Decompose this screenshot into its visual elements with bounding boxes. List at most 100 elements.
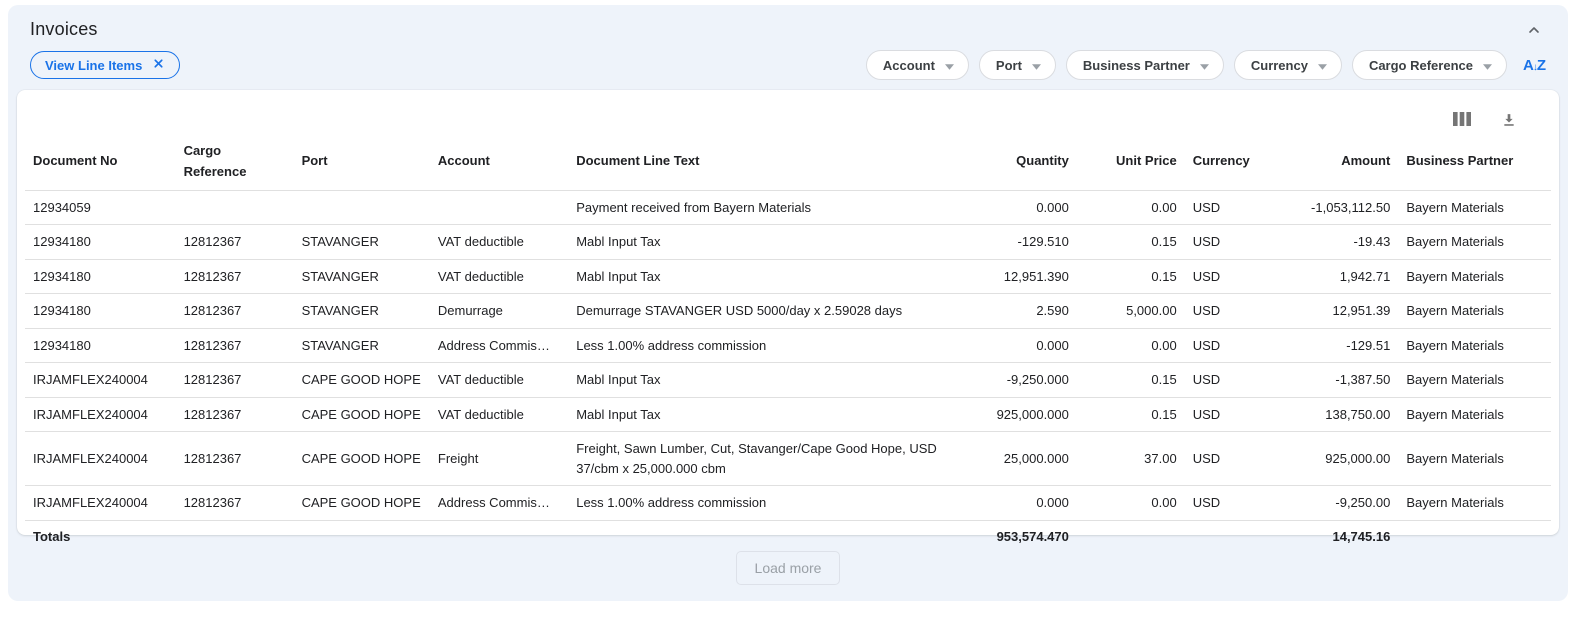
collapse-panel-button[interactable] xyxy=(1524,20,1544,40)
cell-amount: 138,750.00 xyxy=(1270,397,1398,432)
sort-alphabetical-icon[interactable]: A↓Z xyxy=(1523,56,1546,75)
download-button[interactable] xyxy=(1499,109,1519,130)
invoice-table-card: Document No Cargo Reference Port Account… xyxy=(17,90,1559,535)
cell-document-line-text: Mabl Input Tax xyxy=(568,259,979,294)
col-header-business-partner[interactable]: Business Partner xyxy=(1398,134,1551,190)
col-header-account[interactable]: Account xyxy=(430,134,568,190)
col-header-unit-price[interactable]: Unit Price xyxy=(1077,134,1185,190)
filter-label: Account xyxy=(883,58,935,73)
cell-currency: USD xyxy=(1185,363,1270,398)
filter-chip-currency[interactable]: Currency xyxy=(1234,50,1342,80)
cell-business-partner: Bayern Materials xyxy=(1398,328,1551,363)
cell-document-no: IRJAMFLEX240004 xyxy=(25,363,176,398)
totals-row: Totals 953,574.470 14,745.16 xyxy=(25,520,1551,552)
col-header-document-line-text[interactable]: Document Line Text xyxy=(568,134,979,190)
cell-document-line-text: Demurrage STAVANGER USD 5000/day x 2.590… xyxy=(568,294,979,329)
cell-unit-price: 37.00 xyxy=(1077,432,1185,486)
cell-document-line-text: Freight, Sawn Lumber, Cut, Stavanger/Cap… xyxy=(568,432,979,486)
cell-cargo-reference: 12812367 xyxy=(176,397,294,432)
cell-quantity: 0.000 xyxy=(979,190,1077,225)
filter-chip-cargo-reference[interactable]: Cargo Reference xyxy=(1352,50,1507,80)
filter-label: Port xyxy=(996,58,1022,73)
cell-port: CAPE GOOD HOPE xyxy=(294,397,430,432)
cell-port: CAPE GOOD HOPE xyxy=(294,432,430,486)
filter-chips: Account Port Business Partner Currency C… xyxy=(866,50,1546,80)
col-header-currency[interactable]: Currency xyxy=(1185,134,1270,190)
cell-quantity: 0.000 xyxy=(979,486,1077,521)
sort-arrow: ↓ xyxy=(1533,63,1538,73)
cell-document-line-text: Mabl Input Tax xyxy=(568,225,979,260)
cell-quantity: 2.590 xyxy=(979,294,1077,329)
cell-business-partner: Bayern Materials xyxy=(1398,397,1551,432)
table-row[interactable]: IRJAMFLEX24000412812367CAPE GOOD HOPEAdd… xyxy=(25,486,1551,521)
table-row[interactable]: 1293418012812367STAVANGERAddress Commis…… xyxy=(25,328,1551,363)
cell-cargo-reference: 12812367 xyxy=(176,225,294,260)
table-row[interactable]: IRJAMFLEX24000412812367CAPE GOOD HOPEVAT… xyxy=(25,397,1551,432)
cell-port: CAPE GOOD HOPE xyxy=(294,363,430,398)
view-line-items-chip[interactable]: View Line Items xyxy=(30,51,180,79)
cell-business-partner: Bayern Materials xyxy=(1398,259,1551,294)
chevron-up-icon xyxy=(1526,26,1542,41)
cell-quantity: -129.510 xyxy=(979,225,1077,260)
cell-quantity: 12,951.390 xyxy=(979,259,1077,294)
col-header-port[interactable]: Port xyxy=(294,134,430,190)
invoices-table: Document No Cargo Reference Port Account… xyxy=(25,134,1551,552)
cell-unit-price: 0.15 xyxy=(1077,259,1185,294)
cell-currency: USD xyxy=(1185,397,1270,432)
filter-chip-port[interactable]: Port xyxy=(979,50,1056,80)
cell-document-line-text: Mabl Input Tax xyxy=(568,397,979,432)
col-header-quantity[interactable]: Quantity xyxy=(979,134,1077,190)
cell-unit-price: 0.00 xyxy=(1077,190,1185,225)
cell-port: STAVANGER xyxy=(294,259,430,294)
cell-unit-price: 0.15 xyxy=(1077,225,1185,260)
cell-amount: -9,250.00 xyxy=(1270,486,1398,521)
load-more-button[interactable]: Load more xyxy=(736,551,841,585)
chevron-down-icon xyxy=(945,58,954,73)
panel-header: Invoices xyxy=(8,5,1568,40)
cell-quantity: 925,000.000 xyxy=(979,397,1077,432)
table-row[interactable]: 12934059Payment received from Bayern Mat… xyxy=(25,190,1551,225)
cell-business-partner: Bayern Materials xyxy=(1398,486,1551,521)
filter-chip-business-partner[interactable]: Business Partner xyxy=(1066,50,1224,80)
cell-quantity: -9,250.000 xyxy=(979,363,1077,398)
column-settings-button[interactable] xyxy=(1451,110,1473,128)
cell-currency: USD xyxy=(1185,225,1270,260)
cell-business-partner: Bayern Materials xyxy=(1398,190,1551,225)
cell-port: STAVANGER xyxy=(294,225,430,260)
cell-unit-price: 5,000.00 xyxy=(1077,294,1185,329)
cell-quantity: 0.000 xyxy=(979,328,1077,363)
cell-amount: 925,000.00 xyxy=(1270,432,1398,486)
table-row[interactable]: IRJAMFLEX24000412812367CAPE GOOD HOPEFre… xyxy=(25,432,1551,486)
cell-account: Address Commis… xyxy=(430,486,568,521)
cell-document-line-text: Less 1.00% address commission xyxy=(568,328,979,363)
cell-amount: -1,387.50 xyxy=(1270,363,1398,398)
col-header-amount[interactable]: Amount xyxy=(1270,134,1398,190)
cell-currency: USD xyxy=(1185,259,1270,294)
filter-chip-account[interactable]: Account xyxy=(866,50,969,80)
filter-label: Currency xyxy=(1251,58,1308,73)
table-row[interactable]: 1293418012812367STAVANGERDemurrageDemurr… xyxy=(25,294,1551,329)
chevron-down-icon xyxy=(1200,58,1209,73)
cell-amount: -1,053,112.50 xyxy=(1270,190,1398,225)
cell-unit-price: 0.00 xyxy=(1077,486,1185,521)
cell-amount: -129.51 xyxy=(1270,328,1398,363)
cell-account: VAT deductible xyxy=(430,225,568,260)
col-header-cargo-reference[interactable]: Cargo Reference xyxy=(176,134,294,190)
view-line-items-label: View Line Items xyxy=(45,58,142,73)
download-icon xyxy=(1501,116,1517,131)
table-row[interactable]: IRJAMFLEX24000412812367CAPE GOOD HOPEVAT… xyxy=(25,363,1551,398)
close-icon[interactable] xyxy=(152,57,165,73)
cell-account xyxy=(430,190,568,225)
col-header-document-no[interactable]: Document No xyxy=(25,134,176,190)
totals-quantity: 953,574.470 xyxy=(979,520,1077,552)
invoices-panel: Invoices View Line Items Account Port xyxy=(8,5,1568,601)
cell-account: Address Commis… xyxy=(430,328,568,363)
totals-amount: 14,745.16 xyxy=(1270,520,1398,552)
cell-document-no: IRJAMFLEX240004 xyxy=(25,432,176,486)
view-columns-icon xyxy=(1453,114,1471,129)
cell-amount: 12,951.39 xyxy=(1270,294,1398,329)
table-row[interactable]: 1293418012812367STAVANGERVAT deductibleM… xyxy=(25,225,1551,260)
cell-cargo-reference: 12812367 xyxy=(176,259,294,294)
cell-document-line-text: Mabl Input Tax xyxy=(568,363,979,398)
table-row[interactable]: 1293418012812367STAVANGERVAT deductibleM… xyxy=(25,259,1551,294)
